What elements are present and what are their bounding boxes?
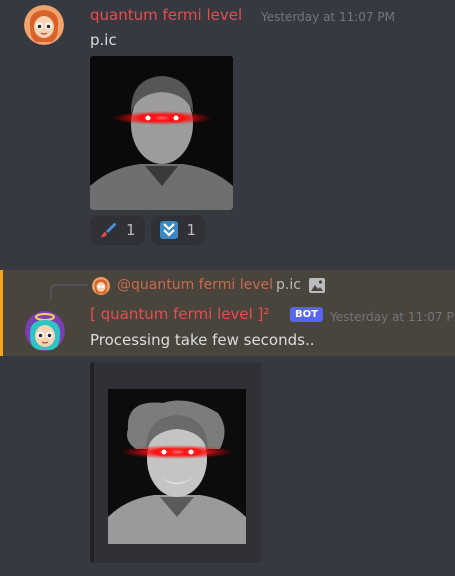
timestamp: Yesterday at 11:07 PM [261, 10, 395, 24]
paintbrush-icon [99, 221, 117, 239]
reaction-count: 1 [186, 221, 197, 239]
user-avatar[interactable] [24, 5, 64, 45]
reply-mention[interactable]: @quantum fermi level [117, 277, 273, 293]
bot-embed [90, 362, 262, 563]
reply-connector [50, 284, 88, 300]
bot-badge: BOT [290, 307, 323, 322]
bot-author-name[interactable]: [ quantum fermi level ]² [90, 305, 269, 323]
reaction-double-arrow-down[interactable]: 1 [150, 215, 206, 245]
reply-avatar[interactable] [92, 277, 110, 295]
double-arrow-down-icon [159, 221, 178, 239]
attachment-image[interactable] [90, 56, 233, 210]
reaction-count: 1 [126, 221, 136, 239]
message-1: quantum fermi level Yesterday at 11:07 P… [0, 0, 455, 260]
bot-avatar[interactable] [25, 311, 65, 351]
timestamp: Yesterday at 11:07 PM [330, 310, 455, 324]
embed-image[interactable] [108, 389, 246, 544]
message-2: @quantum fermi level p.ic [ quantum ferm… [0, 270, 455, 356]
reaction-paintbrush[interactable]: 1 [90, 215, 145, 245]
message-content: p.ic [90, 31, 117, 49]
image-icon [308, 277, 326, 294]
message-content: Processing take few seconds.. [90, 331, 315, 349]
reactions: 1 1 [90, 215, 206, 245]
reply-content[interactable]: p.ic [276, 277, 301, 293]
author-name[interactable]: quantum fermi level [90, 6, 242, 24]
